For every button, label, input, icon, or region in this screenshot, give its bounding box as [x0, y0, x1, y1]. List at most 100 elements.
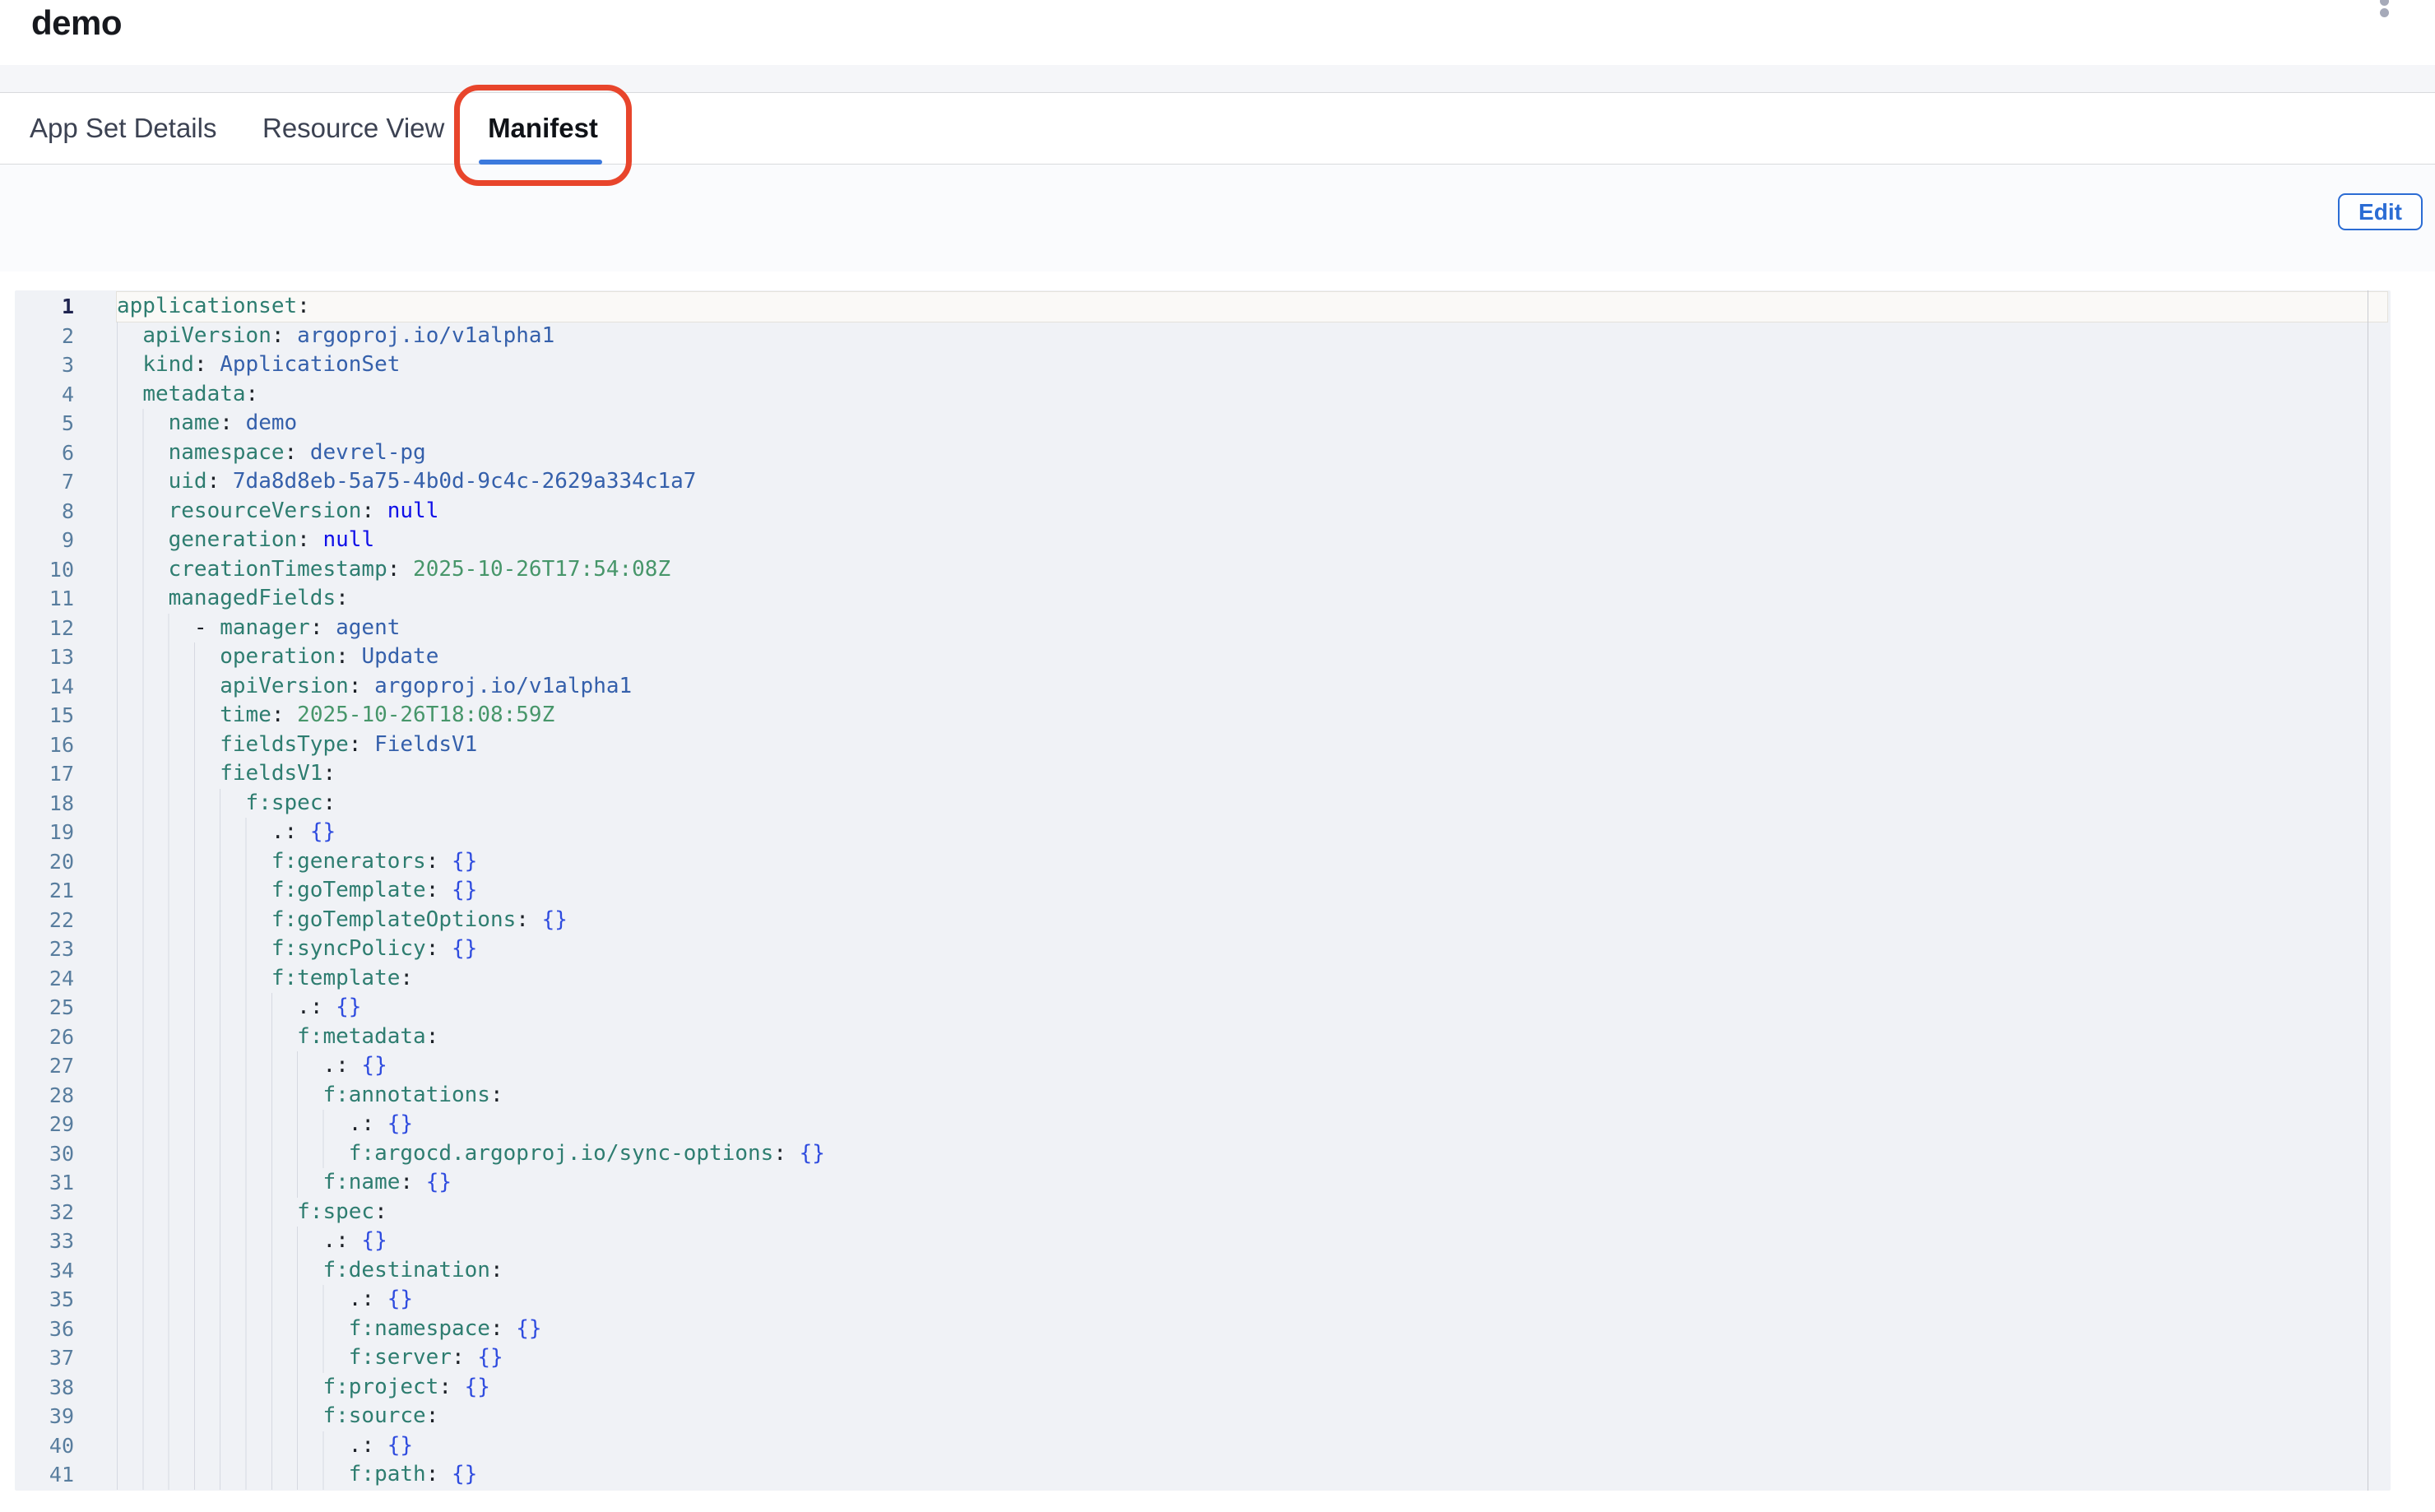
code-line-text: .: {} [117, 818, 2387, 847]
code-line[interactable]: 33 .: {} [15, 1227, 2391, 1256]
code-line-text: .: {} [117, 1431, 2387, 1461]
indent-guides [117, 1256, 299, 1286]
indent-guides [117, 409, 144, 438]
indent-guides [117, 935, 248, 964]
code-line[interactable]: 5 name: demo [15, 409, 2391, 438]
code-line[interactable]: 17 fieldsV1: [15, 759, 2391, 789]
code-line-text: creationTimestamp: 2025-10-26T17:54:08Z [117, 555, 2387, 585]
code-line-text: f:project: {} [117, 1373, 2387, 1403]
code-line[interactable]: 2 apiVersion: argoproj.io/v1alpha1 [15, 322, 2391, 351]
code-line[interactable]: 30 f:argocd.argoproj.io/sync-options: {} [15, 1139, 2391, 1169]
line-number: 11 [15, 584, 74, 614]
indent-guides [117, 584, 144, 614]
code-line[interactable]: 27 .: {} [15, 1051, 2391, 1081]
code-line[interactable]: 26 f:metadata: [15, 1023, 2391, 1052]
indent-guides [117, 818, 248, 847]
code-line[interactable]: 20 f:generators: {} [15, 847, 2391, 877]
code-line[interactable]: 23 f:syncPolicy: {} [15, 935, 2391, 964]
indent-guides [117, 759, 196, 789]
code-line[interactable]: 36 f:namespace: {} [15, 1315, 2391, 1344]
code-line-text: f:goTemplateOptions: {} [117, 906, 2387, 935]
code-line[interactable]: 7 uid: 7da8d8eb-5a75-4b0d-9c4c-2629a334c… [15, 467, 2391, 497]
line-number: 27 [15, 1051, 74, 1081]
line-number: 36 [15, 1315, 74, 1344]
edit-button[interactable]: Edit [2338, 193, 2423, 230]
code-line[interactable]: 40 .: {} [15, 1431, 2391, 1461]
code-line-text: apiVersion: argoproj.io/v1alpha1 [117, 672, 2387, 702]
code-line-text: fieldsType: FieldsV1 [117, 730, 2387, 760]
code-line-text: f:server: {} [117, 1343, 2387, 1373]
code-line[interactable]: 14 apiVersion: argoproj.io/v1alpha1 [15, 672, 2391, 702]
code-line[interactable]: 28 f:annotations: [15, 1081, 2391, 1111]
code-line-text: f:namespace: {} [117, 1315, 2387, 1344]
code-line[interactable]: 29 .: {} [15, 1110, 2391, 1139]
indent-guides [117, 730, 196, 760]
code-line[interactable]: 10 creationTimestamp: 2025-10-26T17:54:0… [15, 555, 2391, 585]
indent-guides [117, 1081, 299, 1111]
code-line-text: metadata: [117, 380, 2387, 410]
indent-guides [117, 497, 144, 526]
code-line[interactable]: 6 namespace: devrel-pg [15, 438, 2391, 468]
line-number: 34 [15, 1256, 74, 1286]
line-number: 31 [15, 1168, 74, 1198]
code-line[interactable]: 8 resourceVersion: null [15, 497, 2391, 526]
indent-guides [117, 1023, 273, 1052]
code-line[interactable]: 38 f:project: {} [15, 1373, 2391, 1403]
tab-bar: App Set Details Resource View Manifest [0, 93, 2435, 165]
line-number: 20 [15, 847, 74, 877]
line-number: 18 [15, 789, 74, 819]
code-line-text: f:source: [117, 1402, 2387, 1431]
code-line[interactable]: 41 f:path: {} [15, 1460, 2391, 1490]
line-number: 37 [15, 1343, 74, 1373]
line-number: 8 [15, 497, 74, 526]
code-line[interactable]: 32 f:spec: [15, 1198, 2391, 1227]
code-line[interactable]: 18 f:spec: [15, 789, 2391, 819]
line-number: 40 [15, 1431, 74, 1461]
tab-app-set-details[interactable]: App Set Details [30, 93, 216, 164]
code-line[interactable]: 39 f:source: [15, 1402, 2391, 1431]
header-divider-band [0, 65, 2435, 93]
code-line[interactable]: 19 .: {} [15, 818, 2391, 847]
code-line-text: .: {} [117, 1110, 2387, 1139]
code-line[interactable]: 1applicationset: [15, 292, 2391, 322]
code-line[interactable]: 25 .: {} [15, 993, 2391, 1023]
code-line-text: - manager: agent [117, 614, 2387, 643]
code-line[interactable]: 16 fieldsType: FieldsV1 [15, 730, 2391, 760]
code-line[interactable]: 22 f:goTemplateOptions: {} [15, 906, 2391, 935]
code-line[interactable]: 4 metadata: [15, 380, 2391, 410]
code-line[interactable]: 12 - manager: agent [15, 614, 2391, 643]
code-line[interactable]: 24 f:template: [15, 964, 2391, 994]
indent-guides [117, 642, 196, 672]
code-line[interactable]: 31 f:name: {} [15, 1168, 2391, 1198]
code-line[interactable]: 15 time: 2025-10-26T18:08:59Z [15, 701, 2391, 730]
code-line[interactable]: 11 managedFields: [15, 584, 2391, 614]
code-line-text: fieldsV1: [117, 759, 2387, 789]
line-number: 24 [15, 964, 74, 994]
line-number: 22 [15, 906, 74, 935]
indent-guides [117, 1168, 299, 1198]
manifest-editor[interactable]: 1applicationset:2 apiVersion: argoproj.i… [15, 290, 2391, 1491]
kebab-menu-icon[interactable] [2376, 0, 2392, 26]
indent-guides [117, 1460, 324, 1490]
indent-guides [117, 906, 248, 935]
code-line[interactable]: 21 f:goTemplate: {} [15, 876, 2391, 906]
code-line-text: f:generators: {} [117, 847, 2387, 877]
line-number: 15 [15, 701, 74, 730]
tab-resource-view[interactable]: Resource View [262, 93, 444, 164]
code-line[interactable]: 35 .: {} [15, 1285, 2391, 1315]
code-line[interactable]: 37 f:server: {} [15, 1343, 2391, 1373]
code-line[interactable]: 13 operation: Update [15, 642, 2391, 672]
code-line-text: .: {} [117, 1051, 2387, 1081]
tab-manifest[interactable]: Manifest [481, 93, 605, 164]
indent-guides [117, 672, 196, 702]
line-number: 32 [15, 1198, 74, 1227]
line-number: 10 [15, 555, 74, 585]
line-number: 21 [15, 876, 74, 906]
code-line[interactable]: 3 kind: ApplicationSet [15, 350, 2391, 380]
code-line-text: namespace: devrel-pg [117, 438, 2387, 468]
line-number: 28 [15, 1081, 74, 1111]
line-number: 33 [15, 1227, 74, 1256]
indent-guides [117, 438, 144, 468]
code-line[interactable]: 9 generation: null [15, 526, 2391, 555]
code-line[interactable]: 34 f:destination: [15, 1256, 2391, 1286]
